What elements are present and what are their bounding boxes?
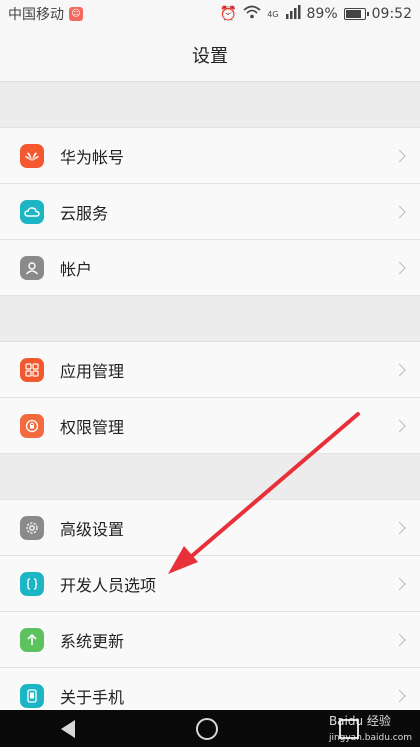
settings-item-cloud-service[interactable]: 云服务 bbox=[0, 184, 420, 240]
group-spacer bbox=[0, 82, 420, 128]
permission-lock-icon bbox=[20, 413, 44, 438]
watermark-logo: Baidu 经验 bbox=[328, 714, 391, 728]
settings-item-label: 权限管理 bbox=[60, 417, 125, 437]
settings-item-accounts[interactable]: 帐户 bbox=[0, 240, 420, 296]
huawei-logo-icon bbox=[20, 143, 44, 168]
chevron-right-icon bbox=[393, 689, 406, 702]
clock: 09:52 bbox=[371, 6, 412, 22]
watermark-url: jingyan.baidu.com bbox=[328, 733, 412, 743]
settings-list: 华为帐号 云服务 帐户 应用管理 权限管理 高级设置 开发人员选项 系统更新 关… bbox=[0, 82, 420, 724]
page-title: 设置 bbox=[192, 45, 228, 67]
update-arrow-icon bbox=[20, 627, 44, 652]
apps-grid-icon bbox=[20, 357, 44, 382]
group-spacer bbox=[0, 454, 420, 500]
battery-fill bbox=[345, 10, 361, 18]
phone-icon bbox=[20, 683, 44, 708]
chevron-right-icon bbox=[393, 261, 406, 274]
home-icon[interactable] bbox=[195, 717, 218, 740]
chevron-right-icon bbox=[393, 205, 406, 218]
wifi-icon bbox=[243, 5, 261, 23]
settings-item-permission-management[interactable]: 权限管理 bbox=[0, 398, 420, 454]
settings-item-huawei-account[interactable]: 华为帐号 bbox=[0, 128, 420, 184]
group-spacer bbox=[0, 296, 420, 342]
settings-item-advanced-settings[interactable]: 高级设置 bbox=[0, 500, 420, 556]
chevron-right-icon bbox=[393, 577, 406, 590]
settings-item-label: 开发人员选项 bbox=[60, 575, 157, 595]
chevron-right-icon bbox=[393, 419, 406, 432]
code-braces-icon bbox=[20, 571, 44, 596]
network-type: 4G bbox=[267, 9, 279, 19]
watermark: Baidu 经验 jingyan.baidu.com bbox=[329, 712, 412, 743]
signal-icon bbox=[285, 5, 301, 23]
user-icon bbox=[20, 255, 44, 280]
settings-item-app-management[interactable]: 应用管理 bbox=[0, 342, 420, 398]
battery-percent: 89% bbox=[306, 6, 338, 22]
settings-item-label: 应用管理 bbox=[60, 361, 125, 381]
settings-item-label: 关于手机 bbox=[60, 687, 125, 707]
status-bar: 中国移动 ☺ ⏰ 4G 89% 09:52 bbox=[0, 0, 420, 28]
alarm-icon: ⏰ bbox=[219, 6, 238, 22]
settings-item-developer-options[interactable]: 开发人员选项 bbox=[0, 556, 420, 612]
gear-icon bbox=[20, 515, 44, 540]
battery-icon bbox=[343, 8, 369, 20]
chevron-right-icon bbox=[393, 633, 406, 646]
chevron-right-icon bbox=[393, 149, 406, 162]
settings-item-system-update[interactable]: 系统更新 bbox=[0, 612, 420, 668]
cloud-icon bbox=[20, 199, 44, 224]
back-icon[interactable] bbox=[60, 719, 75, 738]
settings-item-label: 系统更新 bbox=[60, 631, 125, 651]
app-notification-icon: ☺ bbox=[69, 7, 83, 21]
carrier-name: 中国移动 bbox=[8, 7, 64, 23]
settings-item-label: 华为帐号 bbox=[60, 147, 125, 167]
settings-item-label: 高级设置 bbox=[60, 519, 125, 539]
settings-item-label: 云服务 bbox=[60, 203, 109, 223]
chevron-right-icon bbox=[393, 521, 406, 534]
title-bar: 设置 bbox=[0, 28, 420, 82]
navigation-bar: Baidu 经验 jingyan.baidu.com bbox=[0, 710, 420, 747]
settings-item-label: 帐户 bbox=[60, 259, 93, 279]
chevron-right-icon bbox=[393, 363, 406, 376]
